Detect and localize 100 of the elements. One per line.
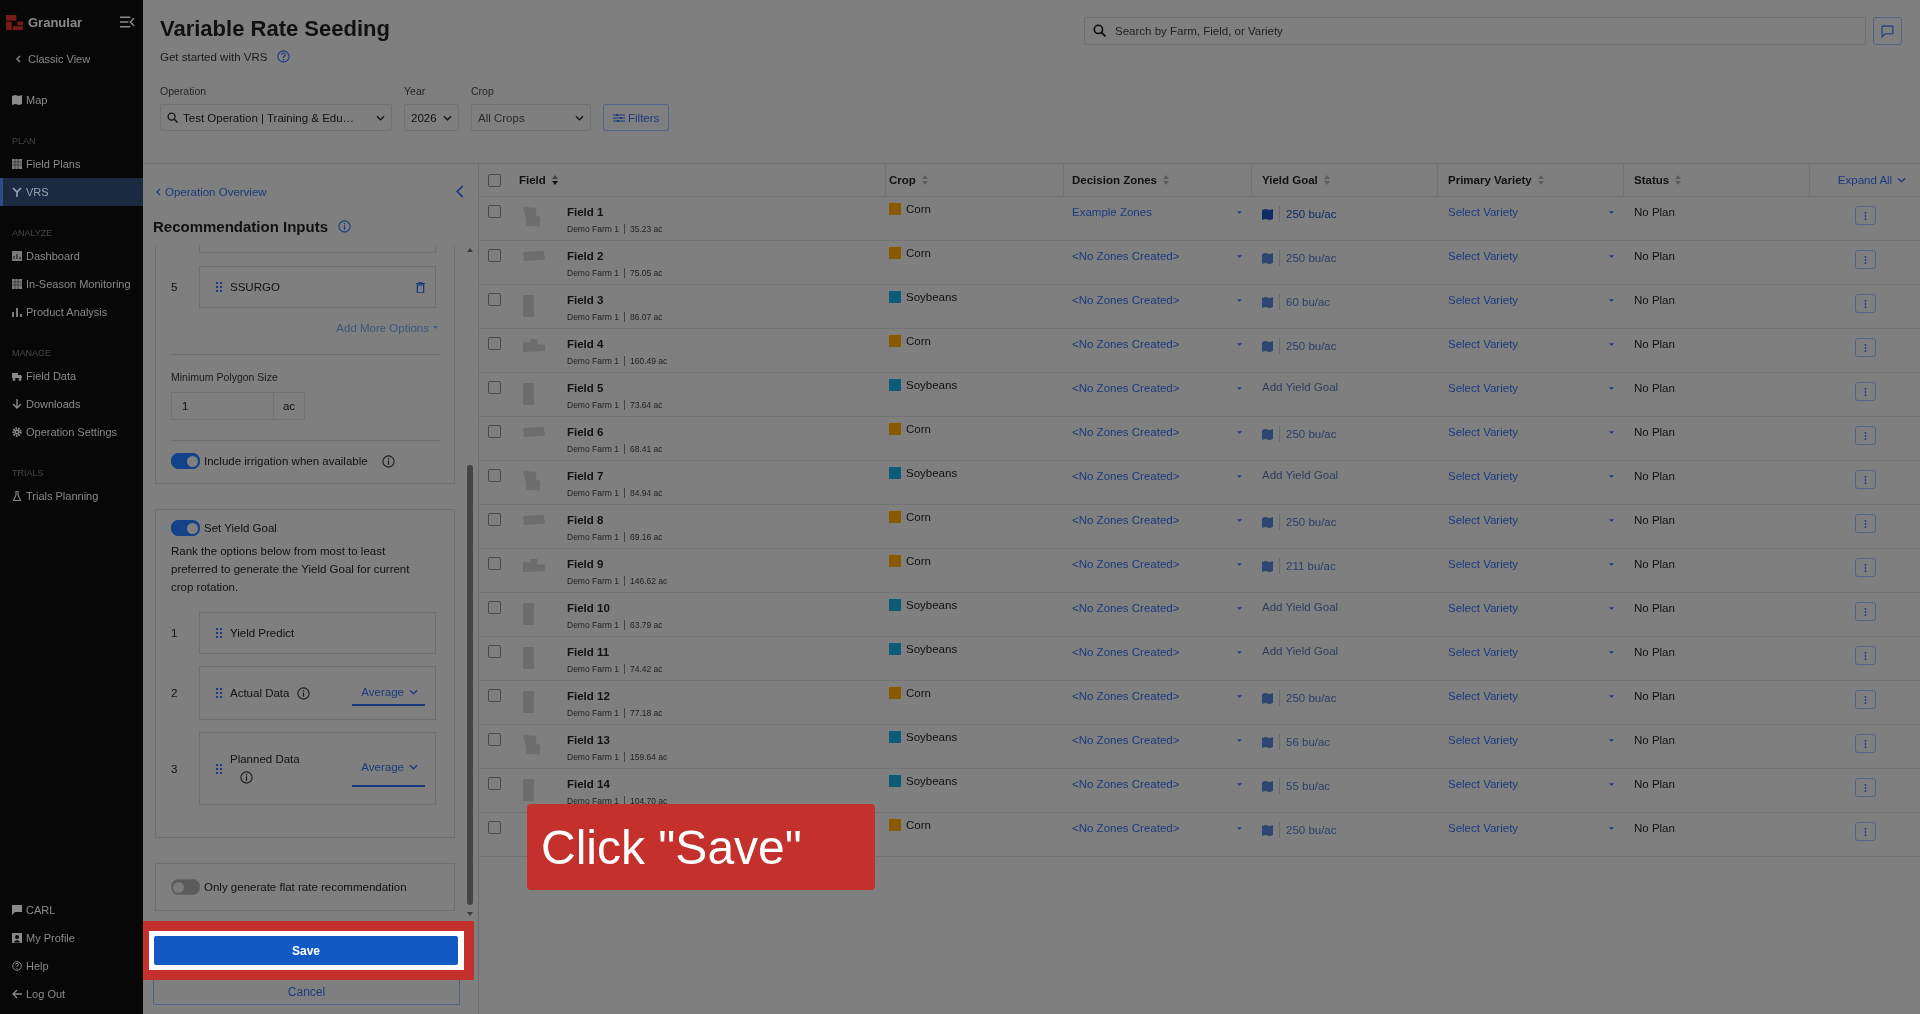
save-button[interactable]: Save [154,936,458,965]
nav-item[interactable]: Product Analysis [0,298,143,326]
checkbox[interactable] [487,777,501,790]
more-options-button[interactable] [1854,338,1876,357]
info-icon[interactable] [381,454,395,468]
variety-dropdown[interactable]: Select Variety [1448,690,1519,702]
info-icon[interactable] [240,771,253,784]
field-name[interactable]: Field 2 [567,250,663,262]
more-options-button[interactable] [1854,514,1876,533]
collapse-panel-icon[interactable] [456,185,464,198]
caret-icon[interactable] [1609,739,1614,743]
input-field[interactable]: 1 ac [171,392,305,420]
more-options-button[interactable] [1854,822,1876,841]
yield-goal-value[interactable]: 250 bu/ac [1286,516,1337,528]
checkbox[interactable] [487,557,501,570]
field-name[interactable]: Field 14 [567,778,668,790]
yield-goal-value[interactable]: 250 bu/ac [1286,208,1337,220]
field-name[interactable]: Field 11 [567,646,663,658]
variety-dropdown[interactable]: Select Variety [1448,646,1519,658]
checkbox[interactable] [487,821,501,834]
checkbox[interactable] [487,601,501,614]
zones-dropdown[interactable]: <No Zones Created> [1072,250,1180,262]
variety-dropdown[interactable]: Select Variety [1448,734,1519,746]
field-name[interactable]: Field 4 [567,338,668,350]
caret-icon[interactable] [1237,475,1242,479]
variety-dropdown[interactable]: Select Variety [1448,778,1519,790]
field-name[interactable]: Field 3 [567,294,663,306]
more-options-button[interactable] [1854,734,1876,753]
nav-item[interactable]: Downloads [0,390,143,418]
caret-icon[interactable] [1237,563,1242,567]
nav-item[interactable]: Operation Settings [0,418,143,446]
zones-dropdown[interactable]: <No Zones Created> [1072,338,1180,350]
column-header[interactable]: Yield Goal [1262,174,1330,186]
yield-goal-value[interactable]: 55 bu/ac [1286,780,1331,792]
cancel-button[interactable]: Cancel [153,980,460,1005]
variety-dropdown[interactable]: Select Variety [1448,250,1519,262]
caret-icon[interactable] [1609,519,1614,523]
nav-item[interactable]: Help [0,952,143,980]
more-options-button[interactable] [1854,382,1876,401]
caret-icon[interactable] [1609,651,1614,655]
zones-dropdown[interactable]: <No Zones Created> [1072,646,1180,658]
add-yield-goal-link[interactable]: Add Yield Goal [1262,645,1339,657]
caret-icon[interactable] [1609,255,1614,259]
variety-dropdown[interactable]: Select Variety [1448,602,1519,614]
more-options-button[interactable] [1854,294,1876,313]
more-options-button[interactable] [1854,778,1876,797]
nav-item[interactable]: Dashboard [0,242,143,270]
caret-icon[interactable] [1237,255,1242,259]
field-name[interactable]: Field 7 [567,470,663,482]
help-icon[interactable] [277,50,291,63]
field-name[interactable]: Field 10 [567,602,663,614]
variety-dropdown[interactable]: Select Variety [1448,206,1519,218]
variety-dropdown[interactable]: Select Variety [1448,470,1519,482]
zones-dropdown[interactable]: <No Zones Created> [1072,602,1180,614]
map-icon[interactable] [1262,560,1273,572]
toggle-switch[interactable] [171,520,200,536]
add-yield-goal-link[interactable]: Add Yield Goal [1262,469,1339,481]
caret-icon[interactable] [1609,695,1614,699]
nav-item[interactable]: Log Out [0,980,143,1008]
nav-item[interactable]: Field Data [0,362,143,390]
dropdown[interactable]: All Crops [471,104,591,131]
field-name[interactable]: Field 1 [567,206,663,218]
caret-icon[interactable] [1237,299,1242,303]
list-item[interactable]: Yield Predict [199,612,436,654]
more-options-button[interactable] [1854,470,1876,489]
chat-button[interactable] [1873,17,1902,45]
caret-icon[interactable] [1609,827,1614,831]
caret-icon[interactable] [1237,343,1242,347]
scroll-down-icon[interactable] [467,912,473,916]
field-name[interactable]: Field 8 [567,514,663,526]
checkbox[interactable] [487,733,501,746]
caret-icon[interactable] [1609,299,1614,303]
info-icon[interactable] [338,219,351,233]
zones-dropdown[interactable]: <No Zones Created> [1072,734,1180,746]
dropdown[interactable]: 2026 [404,104,459,131]
method-dropdown[interactable]: Average [352,680,425,706]
map-icon[interactable] [1262,780,1273,792]
yield-goal-value[interactable]: 250 bu/ac [1286,692,1337,704]
variety-dropdown[interactable]: Select Variety [1448,426,1519,438]
list-item[interactable]: Planned Data Average [199,732,436,805]
field-name[interactable]: Field 6 [567,426,663,438]
caret-icon[interactable] [1609,431,1614,435]
operation-overview-link[interactable]: Operation Overview [156,185,267,198]
more-options-button[interactable] [1854,690,1876,709]
map-icon[interactable] [1262,340,1273,352]
map-icon[interactable] [1262,736,1273,748]
info-icon[interactable] [297,686,311,700]
zones-dropdown[interactable]: <No Zones Created> [1072,514,1180,526]
caret-icon[interactable] [1609,475,1614,479]
field-name[interactable]: Field 13 [567,734,668,746]
more-options-button[interactable] [1854,250,1876,269]
field-name[interactable]: Field 9 [567,558,668,570]
map-icon[interactable] [1262,824,1273,836]
toggle-switch[interactable] [171,453,200,469]
menu-collapse-icon[interactable] [120,16,135,28]
caret-icon[interactable] [1609,211,1614,215]
zones-dropdown[interactable]: <No Zones Created> [1072,690,1180,702]
yield-goal-value[interactable]: 60 bu/ac [1286,296,1331,308]
variety-dropdown[interactable]: Select Variety [1448,558,1519,570]
caret-icon[interactable] [1237,519,1242,523]
